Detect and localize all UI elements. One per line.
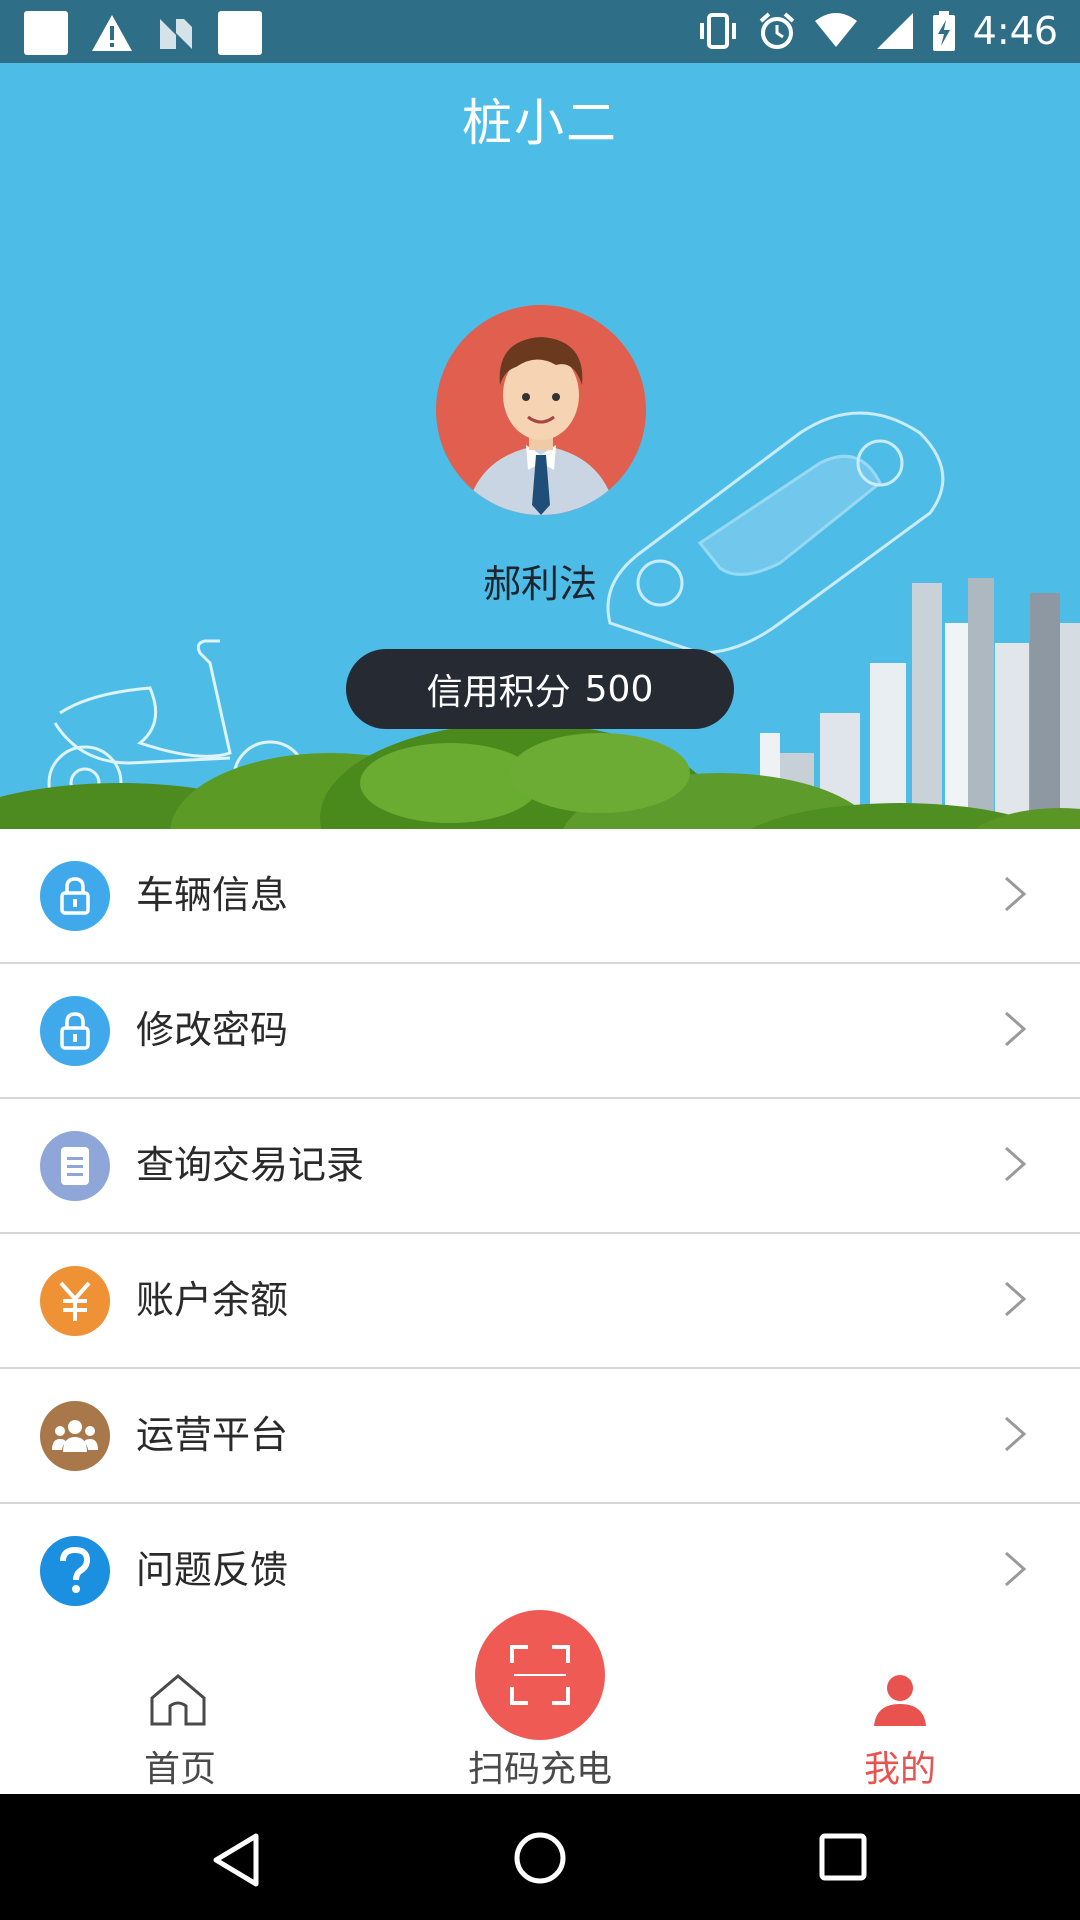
status-bar-system: 4:46 [695, 6, 1058, 56]
avatar[interactable] [436, 305, 646, 515]
tab-home[interactable]: 首页 [60, 1610, 300, 1794]
question-icon [40, 1536, 110, 1606]
tab-label: 首页 [143, 1749, 216, 1790]
menu-item-label: 修改密码 [136, 1008, 289, 1052]
menu-item-label: 查询交易记录 [136, 1143, 365, 1187]
yen-icon [40, 1266, 110, 1336]
system-nav-bar [0, 1794, 1080, 1920]
chevron-right-icon [1005, 876, 1027, 912]
scan-icon [510, 1645, 570, 1705]
home-nav-icon[interactable] [512, 1830, 568, 1886]
vibrate-icon [699, 13, 736, 49]
clock: 4:46 [972, 9, 1058, 53]
menu-item-operation-platform[interactable]: 运营平台 [0, 1369, 1080, 1504]
menu-item-label: 车辆信息 [136, 873, 289, 917]
chevron-right-icon [1005, 1281, 1027, 1317]
group-icon [40, 1401, 110, 1471]
back-icon[interactable] [212, 1832, 262, 1888]
menu-item-label: 运营平台 [136, 1413, 289, 1457]
menu-item-label: 账户余额 [136, 1278, 289, 1322]
menu-item-change-password[interactable]: 修改密码 [0, 964, 1080, 1099]
chevron-right-icon [1005, 1551, 1027, 1587]
profile-header: 桩小二 郝利法 信用积分 500 [0, 63, 1080, 829]
scan-charge-label: 扫码充电 [467, 1749, 612, 1790]
recents-icon[interactable] [818, 1832, 868, 1882]
status-bar-notifications [24, 11, 262, 55]
chevron-right-icon [1005, 1416, 1027, 1452]
lock-icon [40, 861, 110, 931]
person-icon [874, 1675, 926, 1726]
menu-item-account-balance[interactable]: 账户余额 [0, 1234, 1080, 1369]
chevron-right-icon [1005, 1146, 1027, 1182]
chevron-right-icon [1005, 1011, 1027, 1047]
warning-icon [92, 15, 132, 51]
scan-charge-button[interactable] [475, 1610, 605, 1740]
user-name: 郝利法 [482, 562, 597, 606]
credit-value: 500 [584, 668, 654, 710]
notification-square-icon [218, 11, 262, 55]
battery-charging-icon [932, 11, 955, 51]
settings-menu: 车辆信息 修改密码 查询交易记录 账户余额 运营平台 问题反馈 [0, 829, 1080, 1637]
status-bar: 4:46 [0, 0, 1080, 63]
wifi-icon [814, 13, 857, 47]
document-icon [40, 1131, 110, 1201]
credit-label: 信用积分 [426, 672, 571, 713]
lock-icon [40, 996, 110, 1066]
bottom-tab-bar: 首页 扫码充电 我的 [0, 1610, 1080, 1794]
home-icon [150, 1674, 206, 1726]
credit-score-badge[interactable]: 信用积分 500 [346, 649, 734, 729]
tab-me[interactable]: 我的 [780, 1610, 1020, 1794]
page-title: 桩小二 [462, 94, 618, 152]
signal-icon [876, 13, 913, 49]
menu-item-transaction-records[interactable]: 查询交易记录 [0, 1099, 1080, 1234]
n-icon [160, 19, 192, 49]
tab-label: 我的 [863, 1749, 936, 1790]
notification-square-icon [24, 11, 68, 55]
menu-item-vehicle-info[interactable]: 车辆信息 [0, 829, 1080, 964]
alarm-icon [759, 12, 794, 49]
